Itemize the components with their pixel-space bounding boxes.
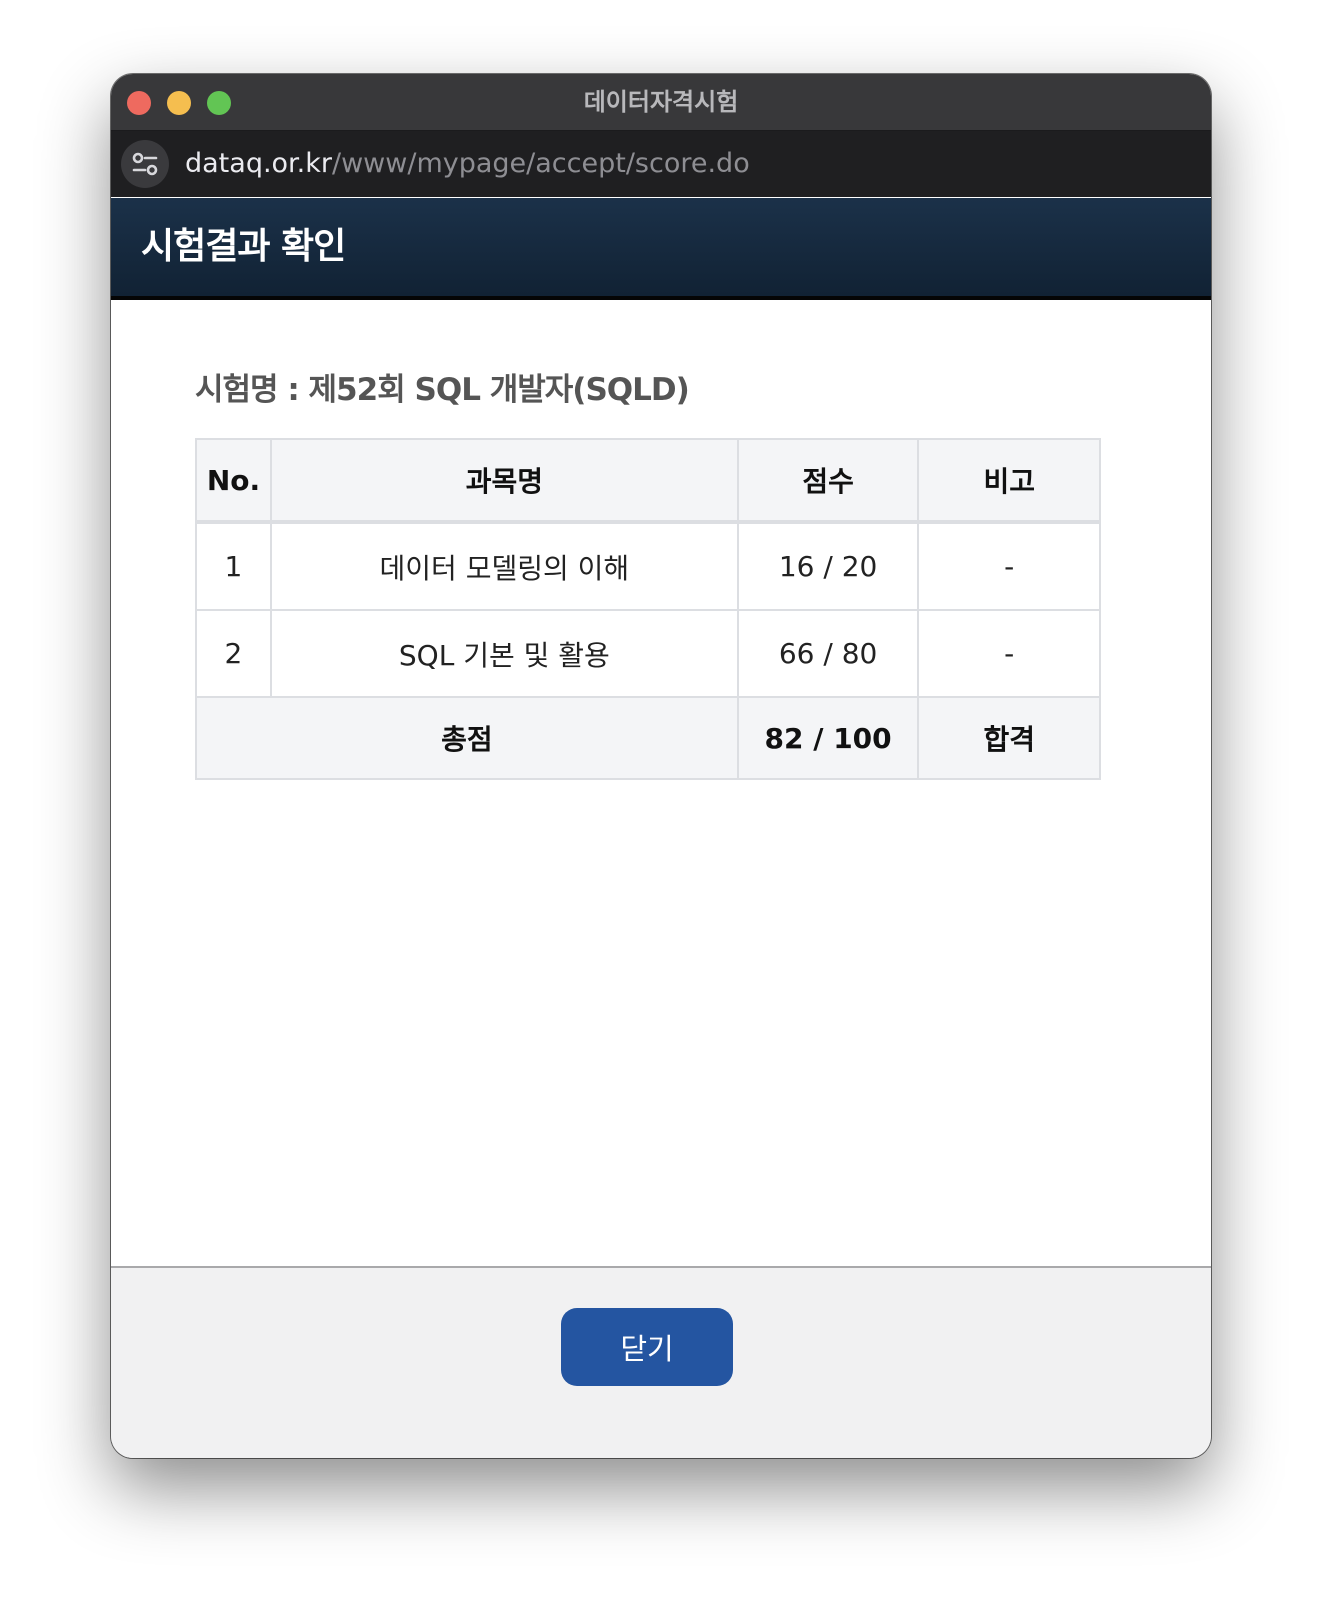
- cell-subject: SQL 기본 및 활용: [269, 609, 739, 698]
- close-button[interactable]: 닫기: [561, 1308, 733, 1386]
- cell-score: 16 / 20: [736, 521, 920, 611]
- total-label: 총점: [195, 696, 739, 780]
- cell-subject: 데이터 모델링의 이해: [269, 521, 739, 611]
- column-header-note: 비고: [917, 438, 1101, 524]
- total-row: 총점 82 / 100 합격: [195, 696, 1101, 780]
- total-result: 합격: [917, 696, 1101, 780]
- cell-note: -: [917, 521, 1101, 611]
- exam-name: 시험명 : 제52회 SQL 개발자(SQLD): [195, 372, 690, 408]
- column-header-score: 점수: [736, 438, 920, 524]
- column-header-subject: 과목명: [269, 438, 739, 524]
- popup-footer: 닫기: [111, 1266, 1211, 1458]
- url-field[interactable]: dataq.or.kr/www/mypage/accept/score.do: [185, 131, 750, 197]
- column-header-no: No.: [195, 438, 272, 524]
- window-title: 데이터자격시험: [583, 88, 739, 116]
- cell-no: 1: [195, 521, 272, 611]
- cell-score: 66 / 80: [736, 609, 920, 698]
- popup-header: 시험결과 확인: [111, 198, 1211, 300]
- total-score: 82 / 100: [736, 696, 920, 780]
- cell-no: 2: [195, 609, 272, 698]
- table-header-row: No. 과목명 점수 비고: [195, 438, 1101, 524]
- page-title: 시험결과 확인: [141, 226, 346, 267]
- site-info-button[interactable]: [121, 140, 169, 188]
- browser-window: 데이터자격시험 dataq.or.kr/www/mypage/accept/sc…: [111, 74, 1211, 1458]
- address-bar: dataq.or.kr/www/mypage/accept/score.do: [111, 131, 1211, 197]
- site-settings-icon: [132, 152, 158, 176]
- score-table: No. 과목명 점수 비고 1 데이터 모델링의 이해 16 / 20 - 2 …: [195, 438, 1101, 780]
- table-row: 1 데이터 모델링의 이해 16 / 20 -: [195, 521, 1101, 611]
- url-host: dataq.or.kr: [185, 148, 332, 179]
- table-row: 2 SQL 기본 및 활용 66 / 80 -: [195, 609, 1101, 698]
- url-path: /www/mypage/accept/score.do: [332, 148, 750, 179]
- title-bar: 데이터자격시험: [111, 74, 1211, 131]
- cell-note: -: [917, 609, 1101, 698]
